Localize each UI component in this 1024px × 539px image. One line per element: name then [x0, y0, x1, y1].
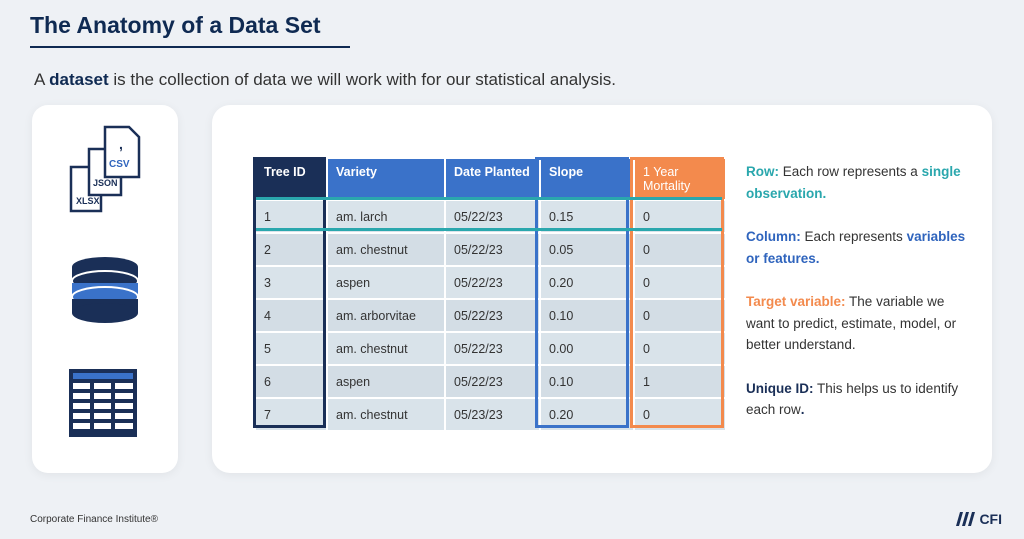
intro-text: A dataset is the collection of data we w… — [34, 70, 616, 90]
cell-mortality: 0 — [635, 399, 725, 430]
dataset-card: Tree ID Variety Date Planted Slope 1 Yea… — [212, 105, 992, 473]
cell-variety: am. larch — [328, 201, 444, 232]
cfi-logo: CFI — [954, 511, 1002, 527]
svg-text:,: , — [119, 136, 123, 152]
cell-variety: am. chestnut — [328, 399, 444, 430]
legend-target-label: Target variable: — [746, 294, 846, 309]
table-header-row: Tree ID Variety Date Planted Slope 1 Yea… — [256, 159, 725, 199]
cell-date: 05/22/23 — [446, 234, 539, 265]
intro-prefix: A — [34, 70, 50, 89]
cell-slope: 0.15 — [541, 201, 633, 232]
database-icon — [71, 257, 139, 323]
legend-row: Row: Each row represents a single observ… — [746, 161, 976, 204]
table-row: 6 aspen 05/22/23 0.10 1 — [256, 366, 725, 397]
xlsx-label: XLSX — [76, 196, 100, 206]
json-label: JSON — [93, 178, 118, 188]
cell-tree-id: 7 — [256, 399, 326, 430]
footer-text: Corporate Finance Institute® — [30, 514, 158, 525]
table-row: 2 am. chestnut 05/22/23 0.05 0 — [256, 234, 725, 265]
cell-mortality: 0 — [635, 300, 725, 331]
cfi-logo-icon — [956, 512, 976, 526]
legend-target: Target variable: The variable we want to… — [746, 291, 976, 356]
cell-tree-id: 5 — [256, 333, 326, 364]
header-date-planted: Date Planted — [446, 159, 539, 199]
title-underline — [30, 46, 350, 48]
legend-row-label: Row: — [746, 164, 779, 179]
cell-date: 05/23/23 — [446, 399, 539, 430]
table-row: 7 am. chestnut 05/23/23 0.20 0 — [256, 399, 725, 430]
legend-column-label: Column: — [746, 229, 801, 244]
cell-date: 05/22/23 — [446, 267, 539, 298]
cell-slope: 0.20 — [541, 267, 633, 298]
cell-tree-id: 2 — [256, 234, 326, 265]
legend-unique-id: Unique ID: This helps us to identify eac… — [746, 378, 976, 421]
cell-variety: aspen — [328, 366, 444, 397]
cell-date: 05/22/23 — [446, 300, 539, 331]
file-formats-icon: XLSX JSON CSV , — [69, 125, 141, 213]
cell-mortality: 0 — [635, 201, 725, 232]
table-grid-icon — [69, 369, 137, 437]
header-tree-id: Tree ID — [256, 159, 326, 199]
dataset-table: Tree ID Variety Date Planted Slope 1 Yea… — [254, 157, 727, 432]
table-row: 4 am. arborvitae 05/22/23 0.10 0 — [256, 300, 725, 331]
legend: Row: Each row represents a single observ… — [746, 161, 976, 443]
header-variety: Variety — [328, 159, 444, 199]
cell-variety: aspen — [328, 267, 444, 298]
table-row: 1 am. larch 05/22/23 0.15 0 — [256, 201, 725, 232]
cell-mortality: 0 — [635, 333, 725, 364]
cell-slope: 0.00 — [541, 333, 633, 364]
cell-variety: am. chestnut — [328, 333, 444, 364]
cfi-logo-text: CFI — [979, 511, 1002, 527]
cell-variety: am. chestnut — [328, 234, 444, 265]
cell-date: 05/22/23 — [446, 201, 539, 232]
legend-row-text: Each row represents a — [779, 164, 922, 179]
cell-slope: 0.05 — [541, 234, 633, 265]
cell-variety: am. arborvitae — [328, 300, 444, 331]
cell-date: 05/22/23 — [446, 333, 539, 364]
cell-date: 05/22/23 — [446, 366, 539, 397]
cell-slope: 0.20 — [541, 399, 633, 430]
cell-tree-id: 1 — [256, 201, 326, 232]
cell-tree-id: 3 — [256, 267, 326, 298]
legend-column: Column: Each represents variables or fea… — [746, 226, 976, 269]
legend-unique-em: . — [800, 402, 805, 417]
csv-label: CSV — [109, 159, 130, 170]
icon-panel: XLSX JSON CSV , — [32, 105, 178, 473]
table-row: 5 am. chestnut 05/22/23 0.00 0 — [256, 333, 725, 364]
cell-mortality: 1 — [635, 366, 725, 397]
cell-slope: 0.10 — [541, 366, 633, 397]
cell-tree-id: 6 — [256, 366, 326, 397]
intro-suffix: is the collection of data we will work w… — [108, 70, 617, 89]
cell-mortality: 0 — [635, 267, 725, 298]
page-title: The Anatomy of a Data Set — [30, 12, 321, 38]
table-row: 3 aspen 05/22/23 0.20 0 — [256, 267, 725, 298]
intro-highlight: dataset — [49, 70, 109, 89]
legend-unique-label: Unique ID: — [746, 380, 814, 396]
legend-column-text: Each represents — [800, 229, 907, 244]
cell-mortality: 0 — [635, 234, 725, 265]
header-mortality: 1 Year Mortality — [635, 159, 725, 199]
cell-slope: 0.10 — [541, 300, 633, 331]
header-slope: Slope — [541, 159, 633, 199]
cell-tree-id: 4 — [256, 300, 326, 331]
